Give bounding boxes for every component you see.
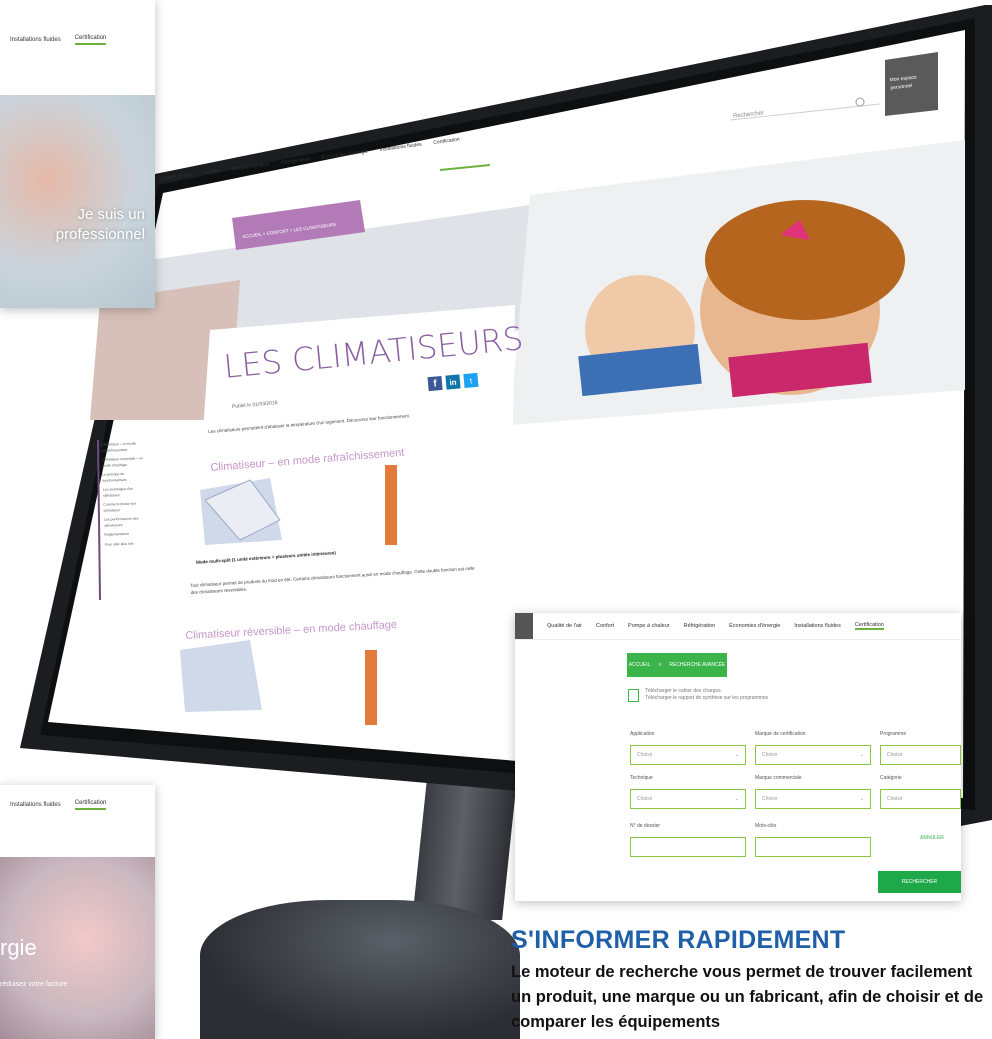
application-select[interactable]: Choisir ⌄ [630, 745, 746, 765]
toc-item[interactable]: Les performances des climatiseurs [104, 516, 146, 528]
toc-item[interactable]: Climatiseur réversible – en mode chauffa… [102, 456, 144, 468]
twitter-icon[interactable]: t [463, 372, 479, 389]
field-label: Application [630, 731, 655, 737]
section-heading: S'INFORMER RAPIDEMENT [511, 926, 846, 954]
field-label: Marque de certification [755, 731, 806, 737]
search-panel: Qualité de l'air Confort Pompe à chaleur… [515, 613, 961, 901]
select-value: Choisir [887, 796, 903, 802]
field-label: Catégorie [880, 775, 902, 781]
download-links: Télécharger le cahier des charges Téléch… [628, 688, 768, 702]
home-icon[interactable] [515, 613, 533, 639]
hero-subcaption: réduisez votre facture [0, 981, 68, 988]
hero-caption[interactable]: rgie [0, 935, 37, 961]
panel-professional: Installations fluides Certification Je s… [0, 0, 155, 308]
toc-item[interactable]: Les avantages d'un climatiseur [103, 486, 145, 498]
toc-item[interactable]: Climatiseur – en mode rafraîchissement [101, 441, 143, 453]
panel-nav-item-active[interactable]: Certification [74, 35, 107, 45]
sidebar-toc: Climatiseur – en mode rafraîchissement C… [101, 441, 147, 547]
select-value: Choisir [637, 796, 653, 802]
facebook-icon[interactable]: f [427, 375, 443, 392]
download-link[interactable]: Télécharger le cahier des charges [645, 688, 768, 695]
panel-nav-item-active[interactable]: Certification [74, 800, 107, 810]
toc-item[interactable]: Réglementation [104, 531, 146, 538]
category-select[interactable]: Choisir [880, 789, 961, 809]
nav-item[interactable]: Qualité de l'air [547, 623, 582, 629]
nav-item[interactable]: Installations fluides [794, 623, 840, 629]
chevron-down-icon: ⌄ [734, 752, 739, 758]
panel-nav-item[interactable]: Installations fluides [10, 37, 61, 43]
field-label: Technique [630, 775, 653, 781]
nav-item-active[interactable]: Certification [854, 622, 884, 630]
field-label: Programme [880, 731, 907, 737]
nav-item[interactable]: Économies d'énergie [729, 623, 780, 629]
panel-nav: Installations fluides Certification [0, 0, 155, 51]
hero-photo [0, 95, 155, 308]
brand-select[interactable]: Choisir ⌄ [755, 789, 871, 809]
field-label: Mots-clés [755, 823, 777, 829]
document-icon [628, 688, 639, 702]
reset-link[interactable]: ANNULER [920, 835, 944, 841]
select-value: Choisir [637, 752, 653, 758]
field-label: N° de dossier [630, 823, 661, 829]
certification-mark-select[interactable]: Choisir ⌄ [755, 745, 871, 765]
select-value: Choisir [887, 752, 903, 758]
nav-item[interactable]: Réfrigération [684, 623, 716, 629]
field-label: Marque commerciale [755, 775, 802, 781]
search-panel-nav: Qualité de l'air Confort Pompe à chaleur… [515, 613, 961, 640]
breadcrumb-item: RECHERCHE AVANCÉE [669, 662, 726, 668]
chevron-down-icon: ⌄ [859, 796, 864, 802]
search-button[interactable]: RECHERCHER [878, 871, 961, 893]
download-link[interactable]: Télécharger le rapport de synthèse sur l… [645, 695, 768, 702]
chevron-down-icon: ⌄ [734, 796, 739, 802]
nav-item[interactable]: Pompe à chaleur [628, 623, 670, 629]
file-number-input[interactable] [630, 837, 746, 857]
breadcrumb-item[interactable]: ACCUEIL [629, 662, 651, 668]
select-value: Choisir [762, 796, 778, 802]
technique-select[interactable]: Choisir ⌄ [630, 789, 746, 809]
panel-energy: Installations fluides Certification rgie… [0, 785, 155, 1039]
nav-item[interactable]: Confort [596, 623, 614, 629]
select-value: Choisir [762, 752, 778, 758]
hero-caption[interactable]: Je suis un professionnel [45, 205, 145, 245]
toc-item[interactable]: Comment choisir son climatiseur [103, 501, 145, 513]
program-select[interactable]: Choisir [880, 745, 961, 765]
chevron-down-icon: ⌄ [859, 752, 864, 758]
breadcrumb: ACCUEIL > RECHERCHE AVANCÉE [627, 653, 727, 677]
section-body: Le moteur de recherche vous permet de tr… [511, 963, 984, 1031]
panel-nav: Installations fluides Certification [0, 785, 155, 816]
linkedin-icon[interactable]: in [445, 374, 461, 390]
keywords-input[interactable] [755, 837, 871, 857]
panel-nav-item[interactable]: Installations fluides [10, 802, 61, 808]
toc-item[interactable]: Le principe de fonctionnement [102, 471, 144, 483]
